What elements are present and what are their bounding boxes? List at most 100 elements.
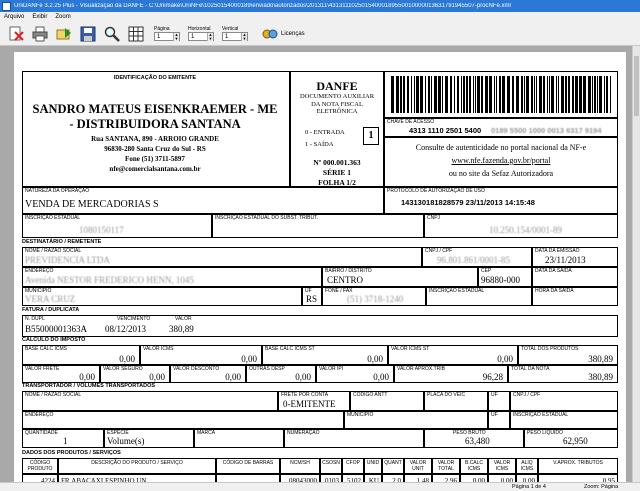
- produtos-header-cell: VALOR TOTAL: [432, 458, 460, 474]
- dest-emissao-caption: DATA DA EMISSÃO: [535, 248, 580, 254]
- spinner-arrows-icon[interactable]: ▲ ▼: [207, 32, 213, 41]
- emitente-name-line1: SANDRO MATEUS EISENKRAEMER - ME: [32, 102, 278, 116]
- fatura-venc-caption: VENCIMENTO: [117, 316, 151, 322]
- vertical-input[interactable]: 1 ▲ ▼: [222, 32, 248, 41]
- imposto-row2-value: 0,00: [149, 372, 165, 382]
- spinner-arrows-icon[interactable]: ▲ ▼: [241, 32, 247, 41]
- zoom-button[interactable]: [102, 24, 122, 44]
- transp-uf-box: UF: [488, 391, 510, 411]
- save-button[interactable]: [78, 24, 98, 44]
- natureza-box: NATUREZA DA OPERAÇÃO VENDA DE MERCADORIA…: [22, 187, 384, 214]
- transp-numeracao-caption: NUMERAÇÃO: [287, 430, 320, 436]
- horizontal-spinner: Horizontal 1 ▲ ▼: [188, 26, 214, 41]
- imposto-row1-value: 0,00: [241, 354, 257, 364]
- transp-numeracao-box: NUMERAÇÃO: [284, 429, 424, 448]
- emitente-address: Rua SANTANA, 890 - ARROIO GRANDE: [91, 135, 219, 143]
- export-button[interactable]: [54, 24, 74, 44]
- transp-nome-caption: NOME / RAZÃO SOCIAL: [25, 392, 82, 398]
- transp-ie-caption: INSCRIÇÃO ESTADUAL: [513, 412, 569, 418]
- key-icon: [262, 29, 278, 38]
- horizontal-input[interactable]: 1 ▲ ▼: [188, 32, 214, 41]
- consulta-url[interactable]: www.nfe.fazenda.gov.br/portal: [385, 156, 617, 165]
- dest-ie-caption: INSCRIÇÃO ESTADUAL: [429, 288, 485, 294]
- transp-endereco-box: ENDEREÇO: [22, 411, 344, 429]
- chave-visible: 4313 1110 2501 5400: [409, 126, 482, 135]
- produtos-header-label: B.CALC ICMS: [464, 460, 484, 472]
- imposto-row2-caption: TOTAL DA NOTA: [511, 366, 550, 372]
- barcode-bar: [539, 76, 542, 113]
- emitente-email: nfe@comercialsantana.com.br: [109, 165, 201, 173]
- imposto-row2-cell: VALOR FRETE 0,00: [22, 365, 100, 383]
- imposto-row1-value: 380,89: [588, 354, 613, 364]
- danfe-entrada: 0 - ENTRADA: [305, 129, 345, 136]
- close-document-button[interactable]: [6, 24, 26, 44]
- fatura-ndupl-caption: N. DUPL: [25, 316, 45, 322]
- produtos-header-label: VALOR UNIT: [409, 460, 427, 472]
- produtos-row-cell: 08043000: [280, 474, 320, 482]
- app-icon: [2, 1, 11, 11]
- imposto-row2-value: 380,89: [588, 372, 613, 382]
- danfe-numero: Nº 000.001.363: [313, 158, 361, 167]
- danfe-title: DANFE: [316, 79, 358, 93]
- barcode-bar: [507, 76, 510, 113]
- produtos-header-cell: DESCRIÇÃO DO PRODUTO / SERVIÇO: [58, 458, 216, 474]
- print-button[interactable]: [30, 24, 50, 44]
- produtos-header-cell: QUANT: [382, 458, 404, 474]
- imposto-row1-value: 0,00: [119, 354, 135, 364]
- produtos-row-cell: 5102: [342, 474, 364, 482]
- vertical-scrollbar[interactable]: [632, 46, 640, 482]
- barcode-bar: [477, 76, 480, 113]
- grid-button[interactable]: [126, 24, 146, 44]
- chave-caption: CHAVE DE ACESSO: [387, 119, 435, 125]
- imposto-row2-value: 96,28: [482, 372, 503, 382]
- imposto-section: CÁLCULO DO IMPOSTO: [22, 337, 86, 343]
- produtos-row-cell: FR.ABACAXI ESPINHO UN: [58, 474, 216, 482]
- natureza-caption: NATUREZA DA OPERAÇÃO: [25, 188, 90, 194]
- disk-icon: [80, 26, 96, 41]
- barcode-bar: [549, 76, 550, 113]
- transp-antt-box: CÓDIGO ANTT: [350, 391, 424, 411]
- emitente-name-line2: - DISTRIBUIDORA SANTANA: [69, 117, 241, 131]
- imposto-row2-value: 0,00: [295, 372, 311, 382]
- scroll-thumb[interactable]: [634, 56, 639, 116]
- menu-exibir[interactable]: Exibir: [28, 14, 51, 20]
- spinner-arrows-icon[interactable]: ▲ ▼: [173, 32, 179, 41]
- imposto-row1-cell: VALOR ICMS 0,00: [140, 345, 262, 365]
- transp-qtd-box: QUANTIDADE 1: [22, 429, 104, 448]
- barcode-bar: [425, 76, 426, 113]
- grid-icon: [128, 26, 144, 41]
- barcode-bar: [496, 76, 497, 113]
- imposto-row2-cell: TOTAL DA NOTA 380,89: [508, 365, 618, 383]
- dest-endereco-box: ENDEREÇO Avenida NESTOR FREDERICO HENN, …: [22, 267, 322, 287]
- produtos-header-cell: V.APROX. TRIBUTOS: [538, 458, 618, 474]
- close-document-icon: [9, 26, 24, 41]
- produtos-header-label: CÓDIGO PRODUTO: [27, 460, 53, 472]
- produtos-row-cell: 0,95: [538, 474, 618, 482]
- barcode-bar: [579, 76, 582, 113]
- transp-marca-caption: MARCA: [197, 430, 216, 436]
- produtos-header-cell: CÓDIGO DE BARRAS: [216, 458, 280, 474]
- produtos-section: DADOS DOS PRODUTOS / SERVIÇOS: [22, 450, 121, 456]
- dest-cep: 96880-000: [481, 275, 520, 285]
- produtos-header-label: CÓDIGO DE BARRAS: [222, 460, 274, 466]
- transp-cnpj-caption: CNPJ / CPF: [513, 392, 541, 398]
- dest-endereco-caption: ENDEREÇO: [25, 268, 54, 274]
- barcode-bar: [485, 76, 488, 113]
- barcode-bar: [420, 76, 423, 113]
- protocolo-caption: PROTOCOLO DE AUTORIZAÇÃO DE USO: [387, 188, 485, 194]
- emitente-phone: Fone (51) 3711-5897: [125, 155, 185, 163]
- pagina-input[interactable]: 1 ▲ ▼: [154, 32, 180, 41]
- danfe-serie: SÉRIE 1: [322, 168, 352, 177]
- produtos-row-cell: KU: [364, 474, 382, 482]
- danfe-page: IDENTIFICAÇÃO DO EMITENTE SANDRO MATEUS …: [14, 52, 626, 482]
- transp-placa-box: PLACA DO VEIC: [424, 391, 488, 411]
- transp-ie-box: INSCRIÇÃO ESTADUAL: [510, 411, 618, 429]
- menu-arquivo[interactable]: Arquivo: [0, 14, 28, 20]
- produtos-row-cell: 0,00: [516, 474, 538, 482]
- document-viewport[interactable]: IDENTIFICAÇÃO DO EMITENTE SANDRO MATEUS …: [0, 46, 640, 482]
- produtos-header-label: CFOP: [346, 460, 360, 466]
- transp-marca-box: MARCA: [194, 429, 284, 448]
- consulta-text1: Consulte de autenticidade no portal naci…: [415, 143, 587, 152]
- menu-zoom[interactable]: Zoom: [51, 14, 74, 20]
- licencas-button[interactable]: Licenças: [262, 27, 305, 41]
